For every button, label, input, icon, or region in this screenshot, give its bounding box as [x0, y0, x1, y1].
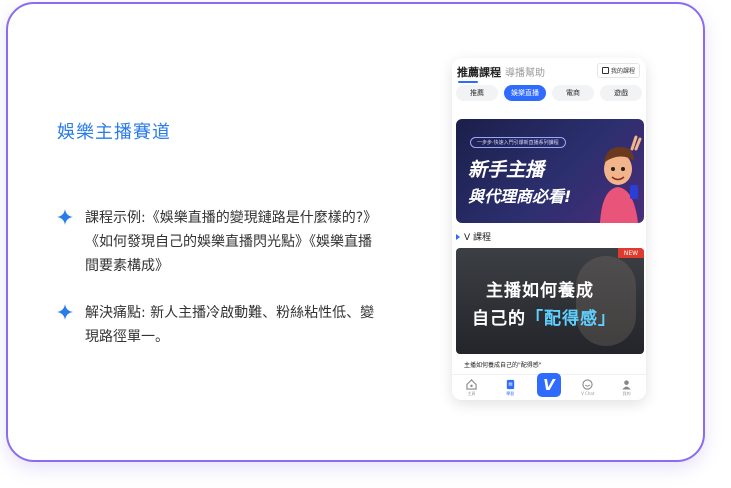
section-v-label: V 課程	[464, 233, 492, 243]
course-card[interactable]: NEW 主播如何養成 自己的「配得感」	[456, 248, 644, 354]
my-courses-button[interactable]: 我的課程	[596, 63, 640, 78]
course-title-line2: 自己的「配得感」	[472, 304, 616, 329]
user-icon	[622, 379, 631, 390]
bullet-text: 課程示例:《娛樂直播的變現鏈路是什麼樣的?》《如何發現自己的娛樂直播閃光點》《娛…	[85, 210, 372, 274]
course-title-highlight: 「配得感」	[526, 309, 616, 329]
banner-subheadline: 與代理商必看!	[468, 187, 572, 206]
chat-icon	[582, 379, 593, 390]
chip-recommended[interactable]: 推薦	[456, 85, 498, 101]
nav-me[interactable]: 我的	[612, 379, 642, 397]
tab-help[interactable]: 導播幫助	[505, 64, 545, 79]
background-figure	[576, 256, 636, 346]
v-logo-icon: V	[536, 372, 561, 397]
phone-mockup: 推薦課程 導播幫助 我的課程 推薦 娛樂直播 電商 遊戲 一步步·快速入門引爆新…	[452, 58, 646, 400]
chip-ecommerce[interactable]: 電商	[552, 85, 594, 101]
nav-label: V Chat	[581, 391, 595, 396]
nav-home[interactable]: 主頁	[456, 378, 486, 397]
section-title: 娛樂主播賽道	[57, 122, 171, 143]
banner-headline: 新手主播	[468, 159, 545, 181]
category-chips: 推薦 娛樂直播 電商 遊戲	[456, 85, 642, 101]
nav-vchat[interactable]: V Chat	[573, 379, 603, 396]
bullet-text: 解決痛點: 新人主播冷啟動難、粉絲粘性低、變現路徑單一。	[85, 305, 375, 345]
book-icon	[506, 379, 514, 389]
bottom-nav: 主頁 學習 V V Chat 我的	[452, 372, 646, 400]
promo-banner[interactable]: 一步步·快速入門引爆新直播系列課程 新手主播 與代理商必看!	[456, 119, 644, 223]
nav-label: 學習	[506, 390, 515, 396]
my-courses-label: 我的課程	[610, 68, 635, 75]
chip-entertainment-live[interactable]: 娛樂直播	[504, 85, 546, 101]
diamond-bullet-icon	[57, 209, 73, 225]
course-caption: 主播如何養成自己的"配得感"	[464, 362, 542, 369]
bullet-item: 解決痛點: 新人主播冷啟動難、粉絲粘性低、變現路徑單一。	[57, 301, 377, 349]
course-title-prefix: 自己的	[472, 309, 526, 329]
top-tabs: 推薦課程 導播幫助	[457, 64, 545, 82]
nav-label: 我的	[622, 390, 631, 396]
cartoon-figure-icon	[600, 135, 642, 223]
nav-label: 主頁	[467, 390, 476, 396]
tab-recommended-courses[interactable]: 推薦課程	[457, 64, 501, 80]
bullet-item: 課程示例:《娛樂直播的變現鏈路是什麼樣的?》《如何發現自己的娛樂直播閃光點》《娛…	[57, 206, 377, 278]
banner-pill: 一步步·快速入門引爆新直播系列課程	[470, 137, 566, 148]
new-badge: NEW	[618, 248, 644, 258]
diamond-bullet-icon	[57, 304, 73, 320]
chip-games[interactable]: 遊戲	[600, 85, 642, 101]
calendar-icon	[601, 67, 609, 74]
active-tab-indicator	[458, 81, 478, 83]
home-icon	[466, 378, 477, 390]
course-title-line1: 主播如何養成	[486, 281, 594, 301]
nav-learn[interactable]: 學習	[495, 379, 525, 397]
nav-v[interactable]: V	[534, 372, 564, 397]
section-v-courses: V 課程	[456, 230, 491, 243]
triangle-icon	[456, 233, 460, 240]
